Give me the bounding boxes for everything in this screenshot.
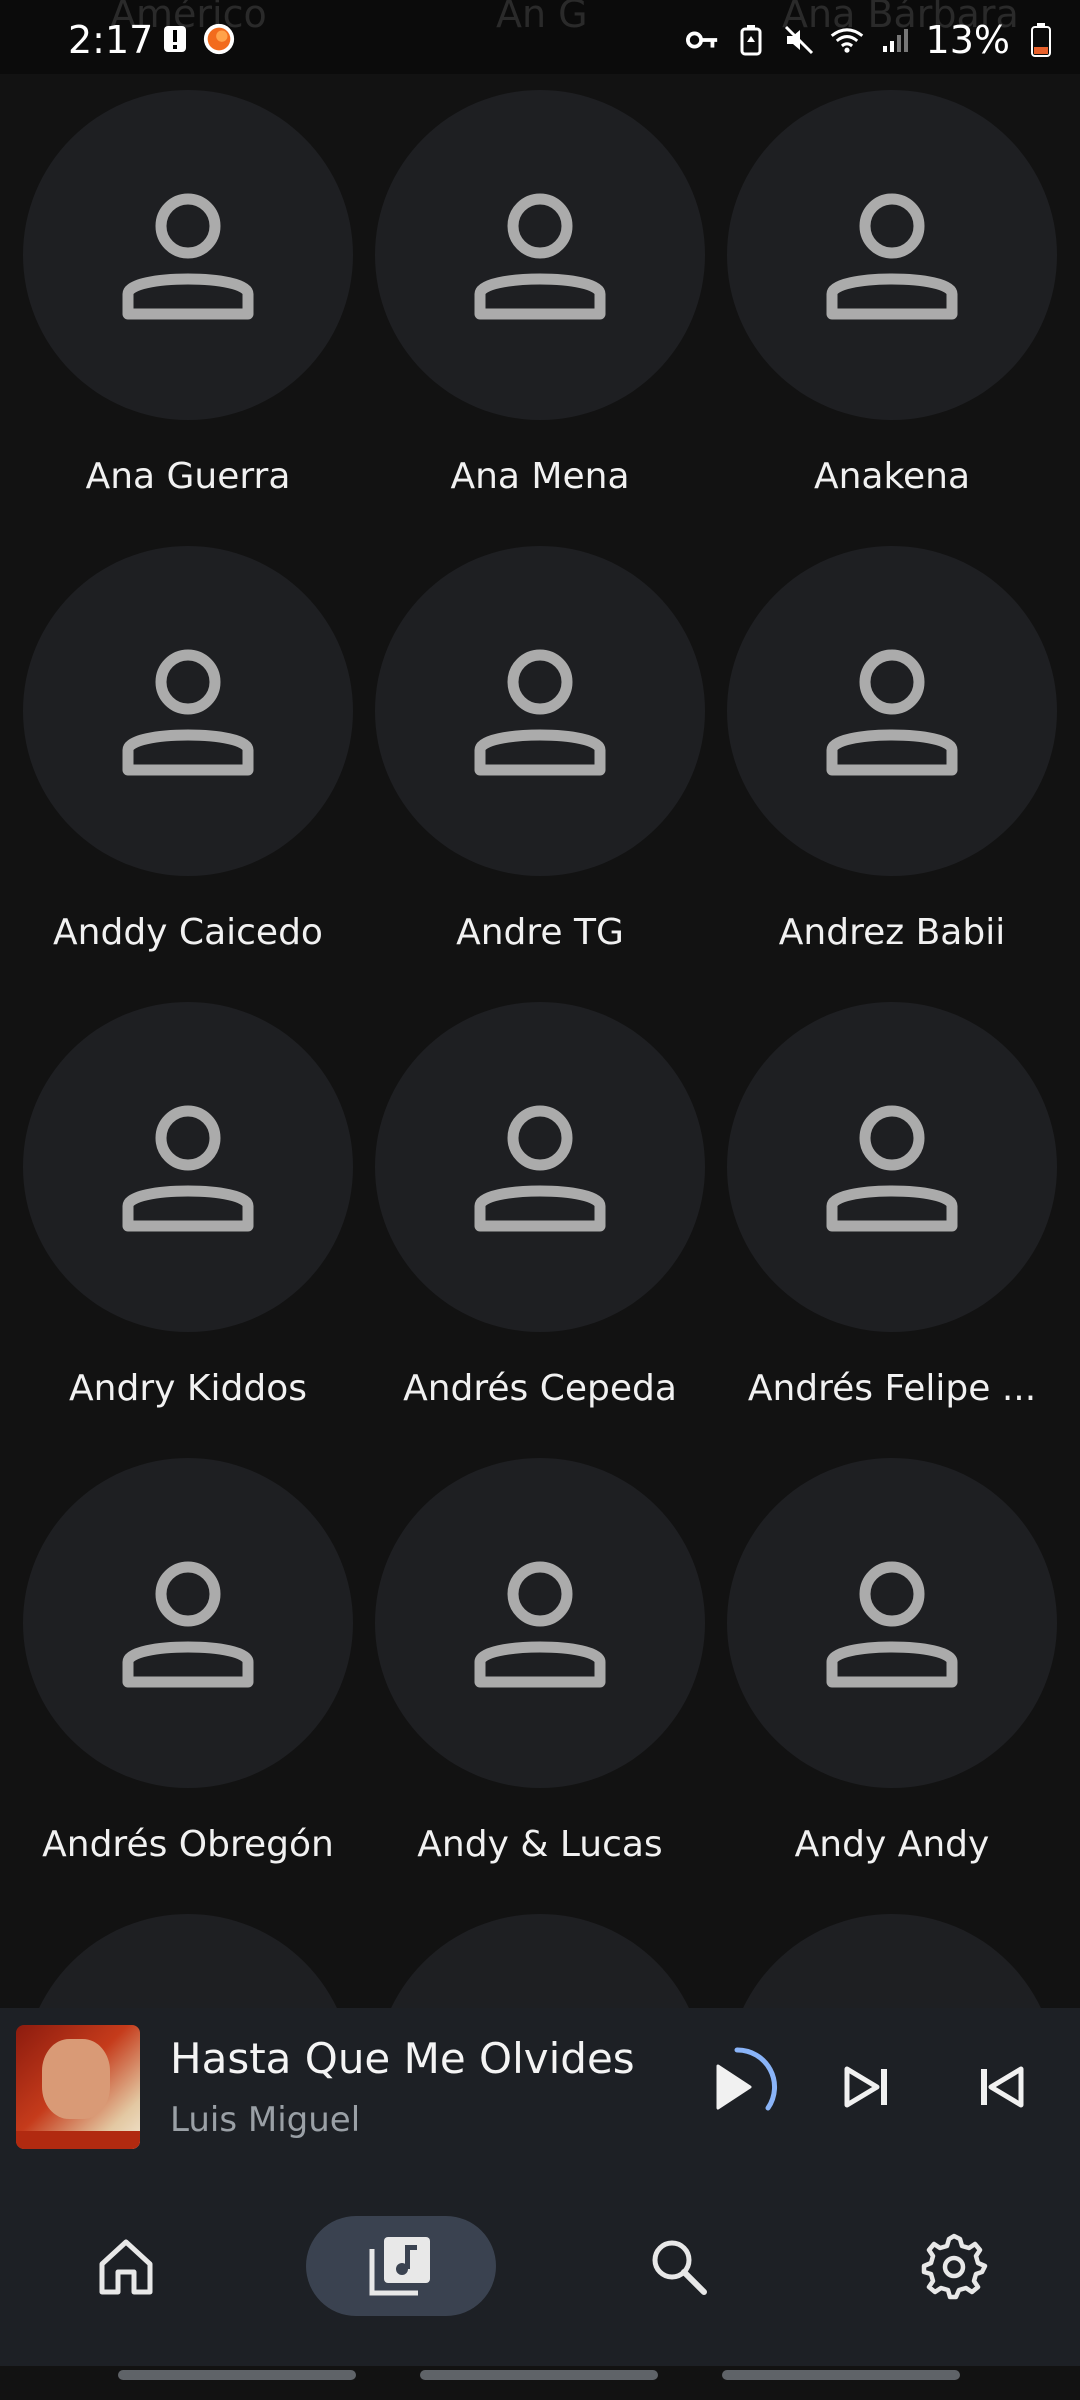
artist-name: Andrés Obregón <box>42 1824 334 1865</box>
artist-tile[interactable]: Ana Mena <box>364 74 716 530</box>
artist-avatar <box>727 546 1057 876</box>
artist-tile-partial[interactable] <box>364 1898 716 2008</box>
artist-tile[interactable]: Anakena <box>716 74 1068 530</box>
signal-icon <box>878 23 912 57</box>
home-icon <box>99 2239 153 2295</box>
next-button[interactable] <box>824 2044 910 2130</box>
artist-avatar <box>727 1458 1057 1788</box>
app-notification-icon <box>202 22 236 56</box>
artist-name: Anakena <box>813 456 971 497</box>
artist-tile[interactable]: Andry Kiddos <box>12 986 364 1442</box>
person-icon <box>826 1105 958 1232</box>
nav-library[interactable] <box>306 2216 496 2316</box>
skip-next-icon <box>844 2066 887 2108</box>
artist-avatar <box>23 1458 353 1788</box>
artist-avatar <box>727 90 1057 420</box>
ghost-label: An G <box>496 0 588 36</box>
artist-tile[interactable]: Anddy Caicedo <box>12 530 364 986</box>
artist-tile[interactable]: Ana Guerra <box>12 74 364 530</box>
artist-name: Anddy Caicedo <box>53 912 323 953</box>
person-icon <box>826 649 958 776</box>
artist-avatar <box>727 1002 1057 1332</box>
alert-icon <box>158 22 192 56</box>
person-icon <box>122 193 254 320</box>
artist-avatar <box>23 90 353 420</box>
artist-avatar <box>23 1914 353 2008</box>
nav-search[interactable] <box>628 2216 728 2316</box>
artist-name: Ana Guerra <box>85 456 291 497</box>
artist-grid: Ana Guerra Ana Mena Anakena Anddy Caiced… <box>0 74 1080 2008</box>
artist-name: Andy Andy <box>794 1824 990 1865</box>
person-icon <box>826 1561 958 1688</box>
artist-name: Andry Kiddos <box>69 1368 307 1409</box>
person-icon <box>474 1561 606 1688</box>
library-music-icon <box>369 2237 430 2296</box>
key-icon <box>685 23 720 57</box>
bottom-navigation <box>0 2166 1080 2366</box>
person-icon <box>474 193 606 320</box>
loading-ring-icon <box>734 2047 777 2111</box>
status-time: 2:17 <box>68 18 154 62</box>
artist-name: Andre TG <box>456 912 624 953</box>
gesture-bar <box>722 2370 960 2380</box>
play-button[interactable] <box>694 2044 780 2130</box>
artist-tile[interactable]: Andrez Babii <box>716 530 1068 986</box>
skip-previous-icon <box>981 2066 1024 2108</box>
artist-avatar <box>375 546 705 876</box>
search-icon <box>652 2240 707 2295</box>
settings-gear-icon <box>921 2233 988 2300</box>
artist-name: Andrez Babii <box>778 912 1006 953</box>
song-title: Hasta Que Me Olvides <box>170 2034 635 2083</box>
gesture-bar <box>118 2370 356 2380</box>
album-art[interactable] <box>16 2025 140 2149</box>
person-icon <box>474 1105 606 1232</box>
artist-tile[interactable]: Andrés Obregón <box>12 1442 364 1898</box>
song-artist: Luis Miguel <box>170 2100 361 2140</box>
artist-tile-partial[interactable] <box>716 1898 1068 2008</box>
person-icon <box>122 1105 254 1232</box>
artist-tile[interactable]: Andrés Cepeda <box>364 986 716 1442</box>
previous-button[interactable] <box>958 2044 1044 2130</box>
mini-player[interactable]: Hasta Que Me Olvides Luis Miguel <box>0 2008 1080 2166</box>
artist-avatar <box>727 1914 1057 2008</box>
battery-percent: 13% <box>925 18 1010 62</box>
gesture-bar <box>420 2370 658 2380</box>
person-icon <box>122 649 254 776</box>
artist-avatar <box>375 90 705 420</box>
wifi-icon <box>830 23 864 57</box>
status-bar: Américo An G Ana Bárbara 2:17 13% <box>0 0 1080 74</box>
person-icon <box>826 193 958 320</box>
artist-tile[interactable]: Andre TG <box>364 530 716 986</box>
artist-avatar <box>23 546 353 876</box>
artist-avatar <box>375 1914 705 2008</box>
artist-tile[interactable]: Andy Andy <box>716 1442 1068 1898</box>
artist-tile[interactable]: Andrés Felipe ... <box>716 986 1068 1442</box>
play-icon <box>716 2064 752 2110</box>
battery-icon <box>1024 23 1058 57</box>
artist-tile-partial[interactable] <box>12 1898 364 2008</box>
artist-avatar <box>375 1002 705 1332</box>
person-icon <box>122 1561 254 1688</box>
battery-saver-icon <box>734 23 768 57</box>
artist-avatar <box>375 1458 705 1788</box>
mute-icon <box>782 23 816 57</box>
nav-home[interactable] <box>76 2216 176 2316</box>
nav-settings[interactable] <box>904 2216 1004 2316</box>
artist-name: Ana Mena <box>450 456 630 497</box>
artist-avatar <box>23 1002 353 1332</box>
artist-tile[interactable]: Andy & Lucas <box>364 1442 716 1898</box>
artist-name: Andrés Cepeda <box>403 1368 677 1409</box>
artist-name: Andy & Lucas <box>417 1824 663 1865</box>
artist-name: Andrés Felipe ... <box>747 1368 1037 1409</box>
person-icon <box>474 649 606 776</box>
